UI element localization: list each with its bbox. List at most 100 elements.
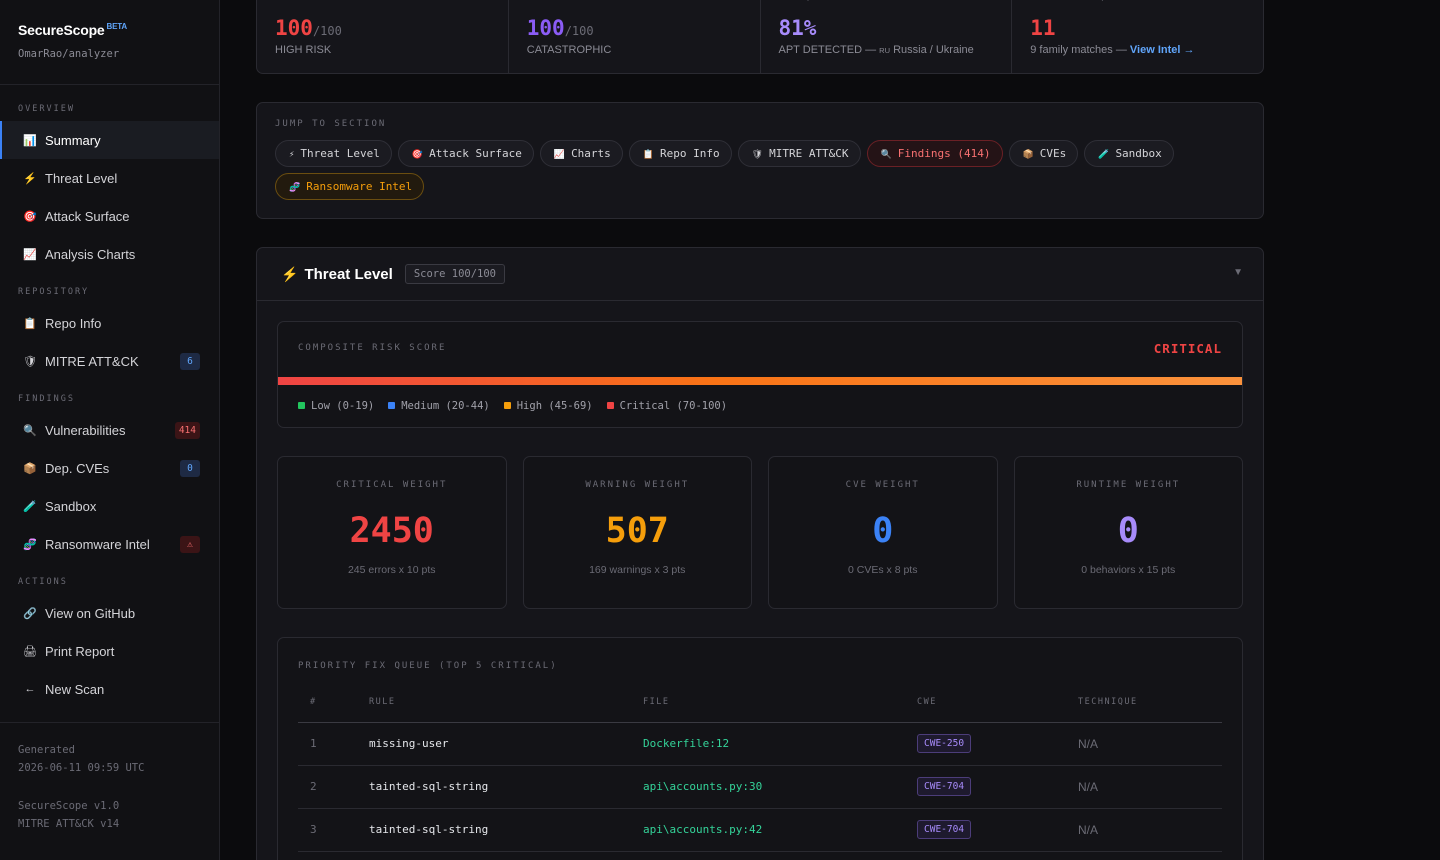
stat-sub-prefix: 9 family matches — — [1030, 44, 1127, 56]
jump-chip-label: Sandbox — [1115, 147, 1162, 160]
weight-cards: CRITICAL WEIGHT 2450 245 errors x 10 pts WA… — [277, 456, 1243, 609]
sidebar-item-sandbox[interactable]: 🧪 Sandbox — [0, 487, 219, 525]
sidebar-item-label: Summary — [45, 132, 101, 148]
sidebar-item-label: Repo Info — [45, 315, 102, 331]
weight-label: WARNING WEIGHT — [585, 480, 690, 490]
sandbox-icon: 🧪 — [23, 500, 37, 513]
collapse-caret-icon[interactable]: ▼ — [1233, 267, 1243, 278]
table-row[interactable]: 2 tainted-sql-string api\accounts.py:30 CWE… — [298, 765, 1222, 809]
line-chart-icon: 📈 — [553, 150, 566, 160]
file-location[interactable]: api\accounts.py:30 — [643, 765, 917, 809]
file-location[interactable]: api\accounts.py:42 — [643, 808, 917, 852]
flag-code: RU — [879, 46, 890, 55]
legend-label: Low (0-19) — [311, 400, 375, 412]
rule-name: tainted-sql-string — [369, 765, 643, 809]
jump-chip-repo-info[interactable]: 📋 Repo Info — [628, 140, 732, 167]
sidebar-item-label: Ransomware Intel — [45, 536, 150, 552]
weight-value: 0 — [872, 511, 894, 551]
cwe-cell: CWE-704 — [917, 765, 1078, 809]
lightning-icon: ⚡ — [289, 150, 295, 160]
generated-timestamp: 2026-06-11 09:59 UTC — [18, 762, 145, 774]
risk-level: CRITICAL — [1153, 341, 1222, 356]
stat-label: APT / NATION-STATE — [779, 0, 994, 3]
fix-queue-table: # RULE FILE CWE TECHNIQUE 1 missing-user Docke… — [298, 697, 1222, 852]
stat-sub-text: HIGH RISK — [275, 44, 332, 56]
arrow-left-icon: ← — [24, 683, 36, 695]
nav-section-overview: OVERVIEW — [18, 104, 75, 114]
sidebar-item-label: New Scan — [45, 681, 105, 697]
technique: N/A — [1078, 722, 1222, 766]
sidebar-item-vulnerabilities[interactable]: 🔍 Vulnerabilities 414 — [0, 411, 219, 449]
row-number: 3 — [298, 808, 369, 852]
jump-chip-threat-level[interactable]: ⚡ Threat Level — [275, 140, 392, 167]
legend-swatch — [503, 402, 511, 409]
cwe-badge[interactable]: CWE-704 — [917, 820, 972, 839]
composite-risk-label: COMPOSITE RISK SCORE — [298, 343, 447, 353]
table-row[interactable]: 3 tainted-sql-string api\accounts.py:42 CWE… — [298, 808, 1222, 852]
jump-chip-sandbox[interactable]: 🧪 Sandbox — [1084, 140, 1174, 167]
sidebar-item-analysis-charts[interactable]: 📈 Analysis Charts — [0, 235, 219, 273]
risk-bar — [278, 377, 1242, 385]
legend-item: Low (0-19) — [298, 400, 374, 412]
weight-formula: 169 warnings x 3 pts — [589, 564, 686, 576]
clipboard-icon: 📋 — [642, 150, 655, 160]
nav-section-findings: FINDINGS — [18, 394, 75, 404]
sidebar-item-repo-info[interactable]: 📋 Repo Info — [0, 304, 219, 342]
jump-chip-label: Threat Level — [300, 147, 380, 160]
jump-chip-mitre-att-ck[interactable]: 🛡 MITRE ATT&CK — [737, 140, 861, 167]
count-badge: ⚠ — [180, 536, 200, 553]
nav-section-repository: REPOSITORY — [18, 287, 90, 297]
count-badge: 414 — [174, 422, 200, 439]
sidebar-item-threat-level[interactable]: ⚡ Threat Level — [0, 159, 219, 197]
technique: N/A — [1078, 765, 1222, 809]
jump-chip-label: Charts — [571, 147, 611, 160]
target-icon: 🎯 — [411, 150, 424, 160]
column-header-number: # — [298, 697, 369, 723]
stat-apt-nation-state: APT / NATION-STATE 81% APT DETECTED — RU R… — [761, 0, 1013, 73]
sidebar-item-label: MITRE ATT&CK — [45, 353, 139, 369]
jump-chip-ransomware-intel[interactable]: 🧬 Ransomware Intel — [275, 173, 425, 200]
weight-value: 507 — [605, 511, 669, 551]
count-badge: 0 — [180, 460, 200, 477]
stat-max: /100 — [312, 24, 342, 38]
sidebar-item-ransomware-intel[interactable]: 🧬 Ransomware Intel ⚠ — [0, 525, 219, 563]
row-number: 2 — [298, 765, 369, 809]
sidebar-item-print-report[interactable]: 🖨 Print Report — [0, 632, 219, 670]
weight-label: RUNTIME WEIGHT — [1076, 480, 1181, 490]
app-title: SecureScope BETA — [18, 22, 127, 38]
stat-sub: CATASTROPHIC — [527, 44, 742, 56]
dna-icon: 🧬 — [289, 183, 301, 193]
stat-max: /100 — [564, 24, 594, 38]
shield-icon: 🛡 — [23, 355, 37, 368]
cwe-cell: CWE-250 — [917, 722, 1078, 766]
clipboard-icon: 📋 — [23, 317, 37, 330]
cwe-badge[interactable]: CWE-704 — [917, 777, 972, 796]
table-row[interactable]: 1 missing-user Dockerfile:12 CWE-250 N/A — [298, 722, 1222, 766]
sidebar-item-attack-surface[interactable]: 🎯 Attack Surface — [0, 197, 219, 235]
jump-chip-attack-surface[interactable]: 🎯 Attack Surface — [397, 140, 534, 167]
sidebar-item-new-scan[interactable]: ← New Scan — [0, 670, 219, 708]
legend-swatch — [606, 402, 614, 409]
sidebar-item-mitre-att-ck[interactable]: 🛡 MITRE ATT&CK 6 — [0, 342, 219, 380]
file-location[interactable]: Dockerfile:12 — [643, 722, 917, 766]
sidebar-item-label: View on GitHub — [45, 605, 136, 621]
jump-chip-cves[interactable]: 📦 CVEs — [1008, 140, 1079, 167]
jump-chip-charts[interactable]: 📈 Charts — [539, 140, 623, 167]
stat-sub: APT DETECTED — RU Russia / Ukraine — [779, 44, 994, 56]
threat-level-header[interactable]: ⚡ Threat Level Score 100/100 ▼ — [257, 248, 1263, 301]
view-intel-link[interactable]: View Intel → — [1130, 44, 1195, 56]
link-icon: 🔗 — [23, 607, 37, 620]
stat-value: 100/100 — [527, 16, 742, 40]
sidebar-item-dep-cves[interactable]: 📦 Dep. CVEs 0 — [0, 449, 219, 487]
target-icon: 🎯 — [23, 210, 37, 223]
sidebar-item-view-on-github[interactable]: 🔗 View on GitHub — [0, 594, 219, 632]
cwe-badge[interactable]: CWE-250 — [917, 734, 972, 753]
sidebar-item-label: Attack Surface — [45, 208, 130, 224]
column-header-cwe: CWE — [917, 697, 1078, 723]
legend-swatch — [298, 402, 305, 409]
sidebar-item-summary[interactable]: 📊 Summary — [0, 121, 219, 159]
stat-sub-text: CATASTROPHIC — [526, 44, 612, 56]
jump-chip-label: Findings (414) — [897, 147, 991, 160]
weight-formula: 0 behaviors x 15 pts — [1081, 564, 1176, 576]
jump-chip-findings-414[interactable]: 🔍 Findings (414) — [866, 140, 1003, 167]
